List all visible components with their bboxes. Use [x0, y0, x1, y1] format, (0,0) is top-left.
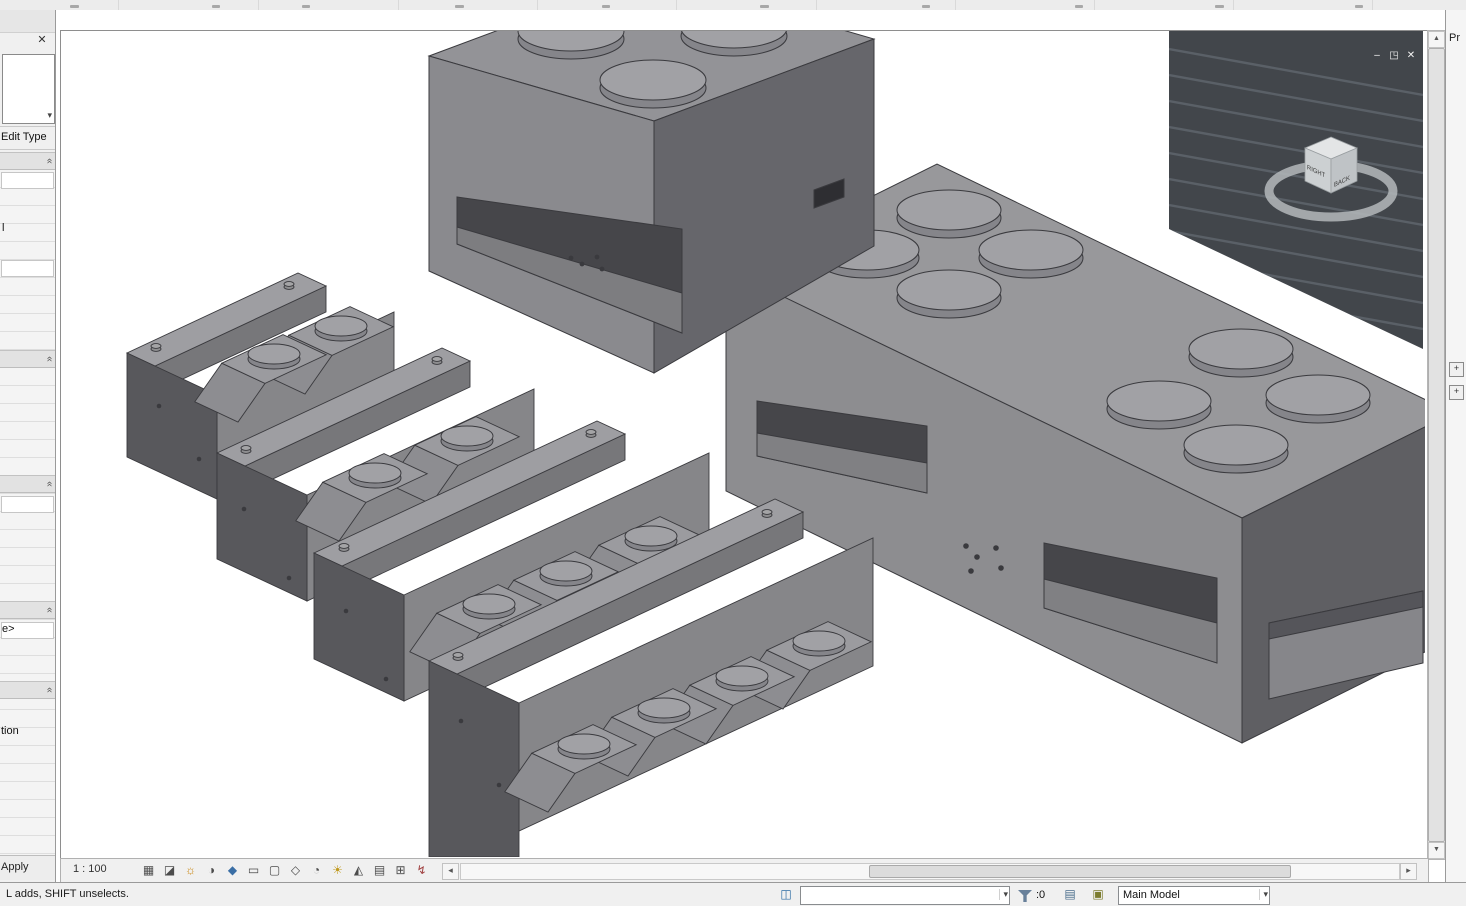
visual-style-icon[interactable]: ◪ [160, 862, 179, 879]
close-window-icon[interactable]: ✕ [1403, 49, 1419, 63]
parameter-group-header[interactable]: « [0, 601, 55, 619]
ribbon-fragment [70, 5, 79, 8]
status-bar: L adds, SHIFT unselects. ◫ ▾ :0 ▤ ▣ Main… [0, 882, 1466, 906]
ribbon-separator [537, 0, 538, 10]
ribbon-fragment [1355, 5, 1363, 8]
ribbon-separator [1094, 0, 1095, 10]
close-icon[interactable]: ✕ [34, 32, 50, 48]
worksharing-icon[interactable]: ◫ [778, 887, 794, 902]
project-browser-panel: Pr + + [1445, 10, 1466, 882]
view-scale-button[interactable]: 1 : 100 [73, 863, 107, 875]
ribbon-separator [1372, 0, 1373, 10]
parameter-group-header[interactable]: « [0, 475, 55, 493]
reveal-hidden-elements-icon[interactable]: ☀ [328, 862, 347, 879]
drawing-area: RIGHT BACK – ◳ ✕ ▲ ▼ 1 : 100 ▦ ◪ ☼ ◑ ◆ ▭… [55, 10, 1446, 884]
temporary-hide-isolate-icon[interactable]: ◔ [307, 862, 326, 879]
ribbon-fragment [212, 5, 220, 8]
collapse-chevrons-icon[interactable]: « [44, 607, 55, 612]
property-value-cell[interactable] [1, 260, 54, 277]
ribbon-separator [258, 0, 259, 10]
vertical-scroll-thumb[interactable] [1428, 48, 1445, 842]
editable-only-icon[interactable]: ▤ [1062, 887, 1078, 902]
status-hint-text: L adds, SHIFT unselects. [6, 888, 129, 900]
highlight-displacement-icon[interactable]: ↯ [412, 862, 431, 879]
parameter-group-header[interactable]: « [0, 681, 55, 699]
ribbon-separator [816, 0, 817, 10]
parameter-group-header[interactable]: « [0, 152, 55, 170]
ribbon-separator [955, 0, 956, 10]
vertical-scrollbar[interactable]: ▲ ▼ [1427, 30, 1446, 860]
minimize-icon[interactable]: – [1369, 49, 1385, 63]
panel-title-fragment: Pr [1449, 32, 1460, 44]
ribbon-separator [676, 0, 677, 10]
collapse-chevrons-icon[interactable]: « [44, 158, 55, 163]
scroll-down-arrow[interactable]: ▼ [1428, 842, 1445, 859]
edit-type-label: Edit Type [1, 131, 47, 143]
restore-icon[interactable]: ◳ [1386, 49, 1402, 63]
ribbon-fragment [302, 5, 310, 8]
show-analytical-model-icon[interactable]: ⊞ [391, 862, 410, 879]
ribbon-separator [118, 0, 119, 10]
ribbon-fragment [602, 5, 610, 8]
shadows-icon[interactable]: ◑ [202, 862, 221, 879]
worksharing-display-icon[interactable]: ◭ [349, 862, 368, 879]
detail-level-icon[interactable]: ▦ [139, 862, 158, 879]
chevron-down-icon[interactable]: ▾ [1259, 889, 1268, 900]
properties-palette: ✕ ▾ Edit Type « l « « « e> « tion Apply [0, 10, 56, 882]
ribbon-separator [398, 0, 399, 10]
ribbon-separator [1233, 0, 1234, 10]
parameter-group-header[interactable]: « [0, 350, 55, 368]
type-selector[interactable]: ▾ [2, 54, 55, 124]
crop-view-icon[interactable]: ▭ [244, 862, 263, 879]
design-options-icon[interactable]: ▣ [1090, 887, 1106, 902]
scroll-up-arrow[interactable]: ▲ [1428, 31, 1445, 48]
edit-type-button[interactable]: Edit Type [0, 126, 55, 150]
property-text-fragment: e> [2, 623, 15, 635]
horizontal-scroll-thumb[interactable] [869, 865, 1291, 878]
property-text-fragment: tion [1, 725, 19, 737]
ribbon-fragment [922, 5, 930, 8]
scroll-left-arrow[interactable]: ◂ [442, 863, 459, 880]
property-value-cell[interactable] [1, 496, 54, 513]
collapse-chevrons-icon[interactable]: « [44, 481, 55, 486]
ribbon-fragment [455, 5, 464, 8]
expand-plus-icon[interactable]: + [1449, 362, 1464, 377]
rendering-dialog-icon[interactable]: ◆ [223, 862, 242, 879]
collapse-chevrons-icon[interactable]: « [44, 687, 55, 692]
design-option-combo[interactable]: Main Model ▾ [1118, 886, 1270, 905]
sun-path-icon[interactable]: ☼ [181, 862, 200, 879]
collapse-chevrons-icon[interactable]: « [44, 356, 55, 361]
horizontal-scrollbar[interactable] [460, 863, 1400, 880]
view-control-bar: 1 : 100 ▦ ◪ ☼ ◑ ◆ ▭ ▢ ◇ ◔ ☀ ◭ ▤ ⊞ ↯ ◂ ▸ [60, 858, 1429, 884]
properties-grid: « l « « « e> « tion [0, 152, 55, 855]
ribbon-fragment [1215, 5, 1224, 8]
ribbon-fragment [760, 5, 769, 8]
palette-titlebar [0, 10, 55, 33]
apply-label: Apply [1, 861, 29, 873]
chevron-down-icon[interactable]: ▾ [999, 889, 1008, 900]
property-text-fragment: l [2, 222, 5, 234]
temporary-view-properties-icon[interactable]: ▤ [370, 862, 389, 879]
filter-icon[interactable] [1018, 890, 1032, 902]
ribbon-fragment [1075, 5, 1083, 8]
lock-3d-view-icon[interactable]: ◇ [286, 862, 305, 879]
show-crop-region-icon[interactable]: ▢ [265, 862, 284, 879]
workset-combo[interactable]: ▾ [800, 886, 1010, 905]
property-value-cell[interactable] [1, 172, 54, 189]
expand-plus-icon[interactable]: + [1449, 385, 1464, 400]
chevron-down-icon[interactable]: ▾ [47, 110, 52, 121]
3d-scene: RIGHT BACK [125, 31, 1427, 858]
scroll-right-arrow[interactable]: ▸ [1400, 863, 1417, 880]
viewport-window[interactable]: RIGHT BACK [60, 30, 1428, 860]
apply-button[interactable]: Apply [0, 855, 55, 880]
selection-count: :0 [1036, 889, 1046, 901]
design-option-value: Main Model [1123, 889, 1180, 901]
